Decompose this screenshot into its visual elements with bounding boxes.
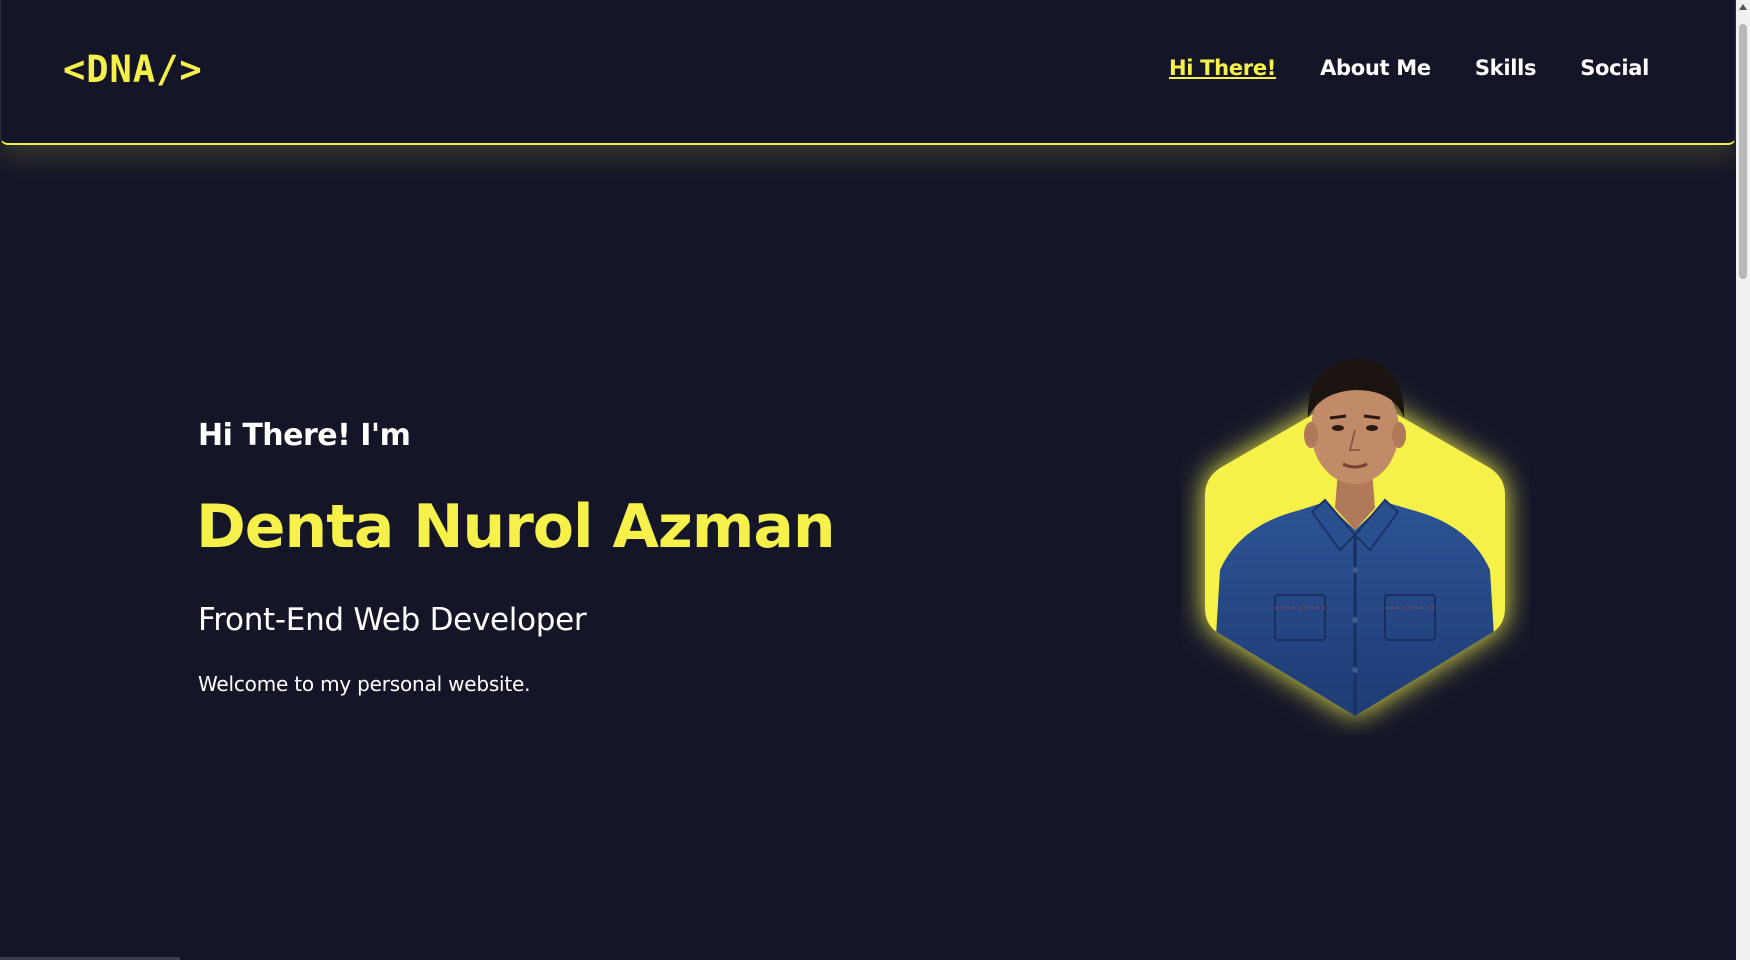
main-nav: Hi There! About Me Skills Social [1169,56,1649,80]
nav-link-about-me[interactable]: About Me [1320,56,1431,80]
nav-link-hi-there[interactable]: Hi There! [1169,56,1276,80]
hero-role: Front-End Web Developer [198,602,587,638]
scrollbar-thumb[interactable] [1739,24,1747,279]
hero-greeting: Hi There! I'm [198,418,411,453]
hero-welcome-text: Welcome to my personal website. [198,672,531,696]
logo[interactable]: <DNA/> [63,48,203,91]
portrait-image [1205,358,1505,716]
site-header: <DNA/> Hi There! About Me Skills Social [0,0,1736,145]
vertical-scrollbar[interactable] [1736,0,1750,960]
hero-name: Denta Nurol Azman [196,492,836,562]
scroll-up-arrow-icon[interactable] [1739,4,1747,10]
nav-link-social[interactable]: Social [1580,56,1649,80]
nav-link-skills[interactable]: Skills [1475,56,1537,80]
profile-portrait [1180,330,1530,735]
page: <DNA/> Hi There! About Me Skills Social … [0,0,1750,960]
